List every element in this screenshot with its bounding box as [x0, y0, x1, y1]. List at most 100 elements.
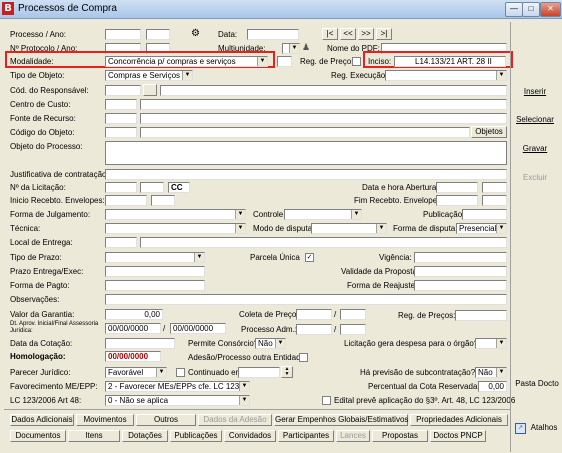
close-button[interactable]: ✕	[540, 2, 561, 17]
pasta-docto-button[interactable]: Pasta Docto	[513, 376, 561, 392]
tab-publicacoes[interactable]: Publicações	[170, 430, 222, 442]
lc-123-select[interactable]: 0 - Não se aplica ▼	[105, 395, 250, 406]
tab-outros[interactable]: Outros	[136, 414, 196, 426]
codigo-objeto-input[interactable]	[105, 127, 137, 138]
tab-participantes[interactable]: Participantes	[278, 430, 334, 442]
nav-first-button[interactable]: |<	[322, 28, 338, 40]
adesao-processo-checkbox[interactable]	[299, 353, 308, 362]
reg-preco-checkbox[interactable]	[352, 57, 361, 66]
gravar-button[interactable]: Gravar	[514, 141, 556, 157]
fonte-recurso-name-input[interactable]	[140, 113, 507, 124]
processo-input[interactable]	[105, 29, 141, 40]
atalhos-button[interactable]: Atalhos	[528, 420, 560, 436]
coleta-preco-input[interactable]	[296, 309, 332, 320]
vigencia-input[interactable]	[414, 252, 507, 263]
reg-execucao-select[interactable]: ▼	[385, 70, 507, 81]
prazo-entrega-input[interactable]	[105, 266, 205, 277]
lookup-responsavel-button[interactable]	[143, 84, 157, 96]
dt-aprov-final-input[interactable]: 00/00/0000	[170, 323, 226, 334]
spin-button[interactable]: ▲ ▼	[281, 366, 293, 378]
forma-disputa-select[interactable]: Presencial ▼	[456, 223, 507, 234]
data-input[interactable]	[247, 29, 299, 40]
dt-aprov-inicial-input[interactable]: 00/00/0000	[105, 323, 161, 334]
modalidade-extra-input[interactable]	[277, 56, 292, 67]
tab-propostas[interactable]: Propostas	[372, 430, 428, 442]
minimize-button[interactable]: —	[505, 2, 523, 17]
excluir-button[interactable]: Excluir	[514, 170, 556, 186]
permite-consorcio-select[interactable]: Não ▼	[255, 338, 286, 349]
tab-gerar-empenhos[interactable]: Gerar Empenhos Globais/Estimativos	[274, 414, 408, 426]
multiunidade-select[interactable]: ▼	[282, 43, 300, 54]
fim-recebto-data-input[interactable]	[436, 195, 478, 206]
edital-previo-checkbox[interactable]	[322, 396, 331, 405]
forma-reajuste-input[interactable]	[414, 280, 507, 291]
n-licitacao-ano-input[interactable]	[140, 182, 164, 193]
people-icon[interactable]: ♟	[302, 42, 310, 53]
tab-dados-adesao[interactable]: Dados da Adesão	[198, 414, 272, 426]
local-entrega-input[interactable]	[105, 237, 137, 248]
centro-custo-name-input[interactable]	[140, 99, 507, 110]
responsavel-name-input[interactable]	[160, 85, 507, 96]
inicio-recebto-data-input[interactable]	[105, 195, 147, 206]
reg-precos-input[interactable]	[455, 310, 507, 321]
processo-adm-input[interactable]	[296, 324, 332, 335]
controle-select[interactable]: ▼	[284, 209, 362, 220]
observacoes-input[interactable]	[105, 294, 507, 305]
homologacao-input[interactable]: 00/00/0000	[105, 351, 161, 362]
tab-itens[interactable]: Itens	[68, 430, 120, 442]
centro-custo-input[interactable]	[105, 99, 137, 110]
data-cotacao-input[interactable]	[105, 338, 175, 349]
hora-abertura-input[interactable]	[482, 182, 507, 193]
tab-lances[interactable]: Lances	[336, 430, 370, 442]
lookup-icon[interactable]: ⚙	[191, 28, 200, 39]
tab-doctos-pncp[interactable]: Doctos PNCP	[430, 430, 486, 442]
inciso-input[interactable]: L14.133/21 ART. 28 II	[394, 56, 506, 67]
fonte-recurso-input[interactable]	[105, 113, 137, 124]
tab-propriedades-adicionais[interactable]: Propriedades Adicionais	[410, 414, 508, 426]
tab-dotacoes[interactable]: Dotações	[122, 430, 168, 442]
previsao-subcontratacao-select[interactable]: Não ▼	[475, 367, 507, 378]
objeto-processo-textarea[interactable]	[105, 141, 507, 165]
objetos-button[interactable]: Objetos	[471, 126, 507, 138]
validade-proposta-input[interactable]	[414, 266, 507, 277]
tipo-prazo-select[interactable]: ▼	[105, 252, 205, 263]
inicio-recebto-hora-input[interactable]	[151, 195, 175, 206]
tipo-objeto-select[interactable]: Compras e Serviços ▼	[105, 70, 193, 81]
modalidade-select[interactable]: Concorrência p/ compras e serviços ▼	[105, 56, 268, 67]
cod-responsavel-input[interactable]	[105, 85, 141, 96]
forma-julgamento-select[interactable]: ▼	[105, 209, 246, 220]
modo-disputa-select[interactable]: ▼	[311, 223, 387, 234]
forma-pagto-input[interactable]	[105, 280, 205, 291]
justificativa-input[interactable]	[105, 169, 507, 180]
licitacao-despesa-select[interactable]: ▼	[475, 338, 507, 349]
fim-recebto-hora-input[interactable]	[482, 195, 507, 206]
n-licitacao-input[interactable]	[105, 182, 137, 193]
maximize-button[interactable]: □	[522, 2, 540, 17]
percentual-cota-input[interactable]: 0,00	[478, 381, 507, 392]
publicacao-input[interactable]	[462, 209, 507, 220]
tab-dados-adicionais[interactable]: Dados Adicionais	[10, 414, 74, 426]
inserir-button[interactable]: Inserir	[514, 84, 556, 100]
processo-adm-ano-input[interactable]	[340, 324, 366, 335]
tecnica-select[interactable]: ▼	[105, 223, 246, 234]
continuado-em-checkbox[interactable]	[176, 368, 185, 377]
data-abertura-input[interactable]	[436, 182, 478, 193]
chevron-down-icon: ▼	[239, 396, 249, 405]
nav-prev-button[interactable]: <<	[340, 28, 356, 40]
tab-convidados[interactable]: Convidados	[224, 430, 276, 442]
selecionar-button[interactable]: Selecionar	[514, 112, 556, 128]
local-entrega-name-input[interactable]	[140, 237, 507, 248]
nav-last-button[interactable]: >|	[376, 28, 392, 40]
parecer-juridico-select[interactable]: Favorável ▼	[105, 367, 167, 378]
valor-garantia-input[interactable]: 0,00	[105, 309, 163, 320]
tab-movimentos[interactable]: Movimentos	[76, 414, 134, 426]
tab-documentos[interactable]: Documentos	[10, 430, 66, 442]
parcela-unica-checkbox[interactable]: ✓	[305, 253, 314, 262]
coleta-preco-ano-input[interactable]	[340, 309, 366, 320]
ano-input[interactable]	[146, 29, 170, 40]
chevron-down-icon: ▼	[351, 210, 361, 219]
nav-next-button[interactable]: >>	[358, 28, 374, 40]
continuado-em-input[interactable]	[238, 367, 280, 378]
codigo-objeto-name-input[interactable]	[140, 127, 470, 138]
favorecimento-select[interactable]: 2 - Favorecer MEs/EPPs cfe. LC 123/2006 ▼	[105, 381, 250, 392]
